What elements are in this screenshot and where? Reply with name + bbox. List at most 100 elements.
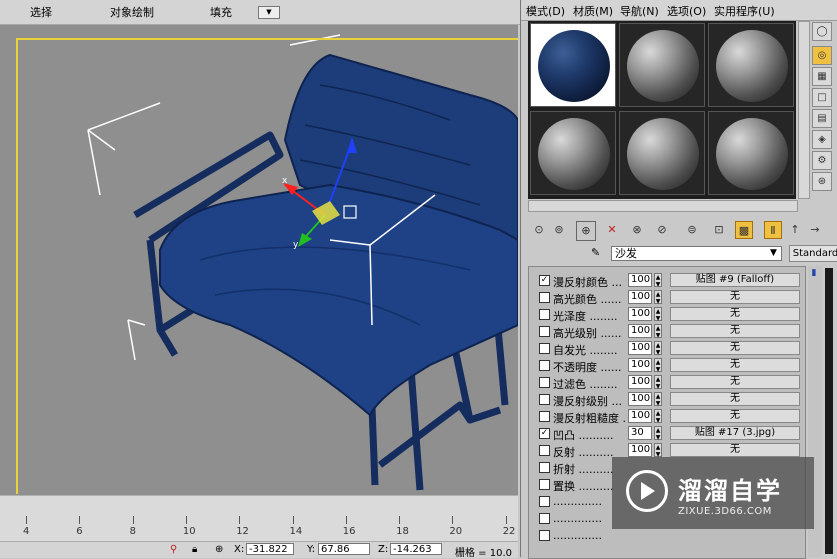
eyedropper-icon[interactable]: ✎ <box>591 246 600 259</box>
map-amount-field[interactable]: 100 <box>628 375 652 389</box>
make-preview-icon[interactable]: ◈ <box>812 130 832 149</box>
map-enable-checkbox[interactable] <box>539 309 550 320</box>
sample-slot-5[interactable] <box>619 111 705 195</box>
assign-to-selection-icon[interactable]: ⊕ <box>576 221 596 241</box>
show-end-result-icon[interactable]: Ⅱ <box>764 221 782 239</box>
material-name-field[interactable]: 沙发 <box>611 246 782 261</box>
map-slot-button[interactable]: 无 <box>670 307 800 321</box>
menu-options[interactable]: 选项(O) <box>667 3 706 19</box>
map-amount-field[interactable]: 100 <box>628 409 652 423</box>
map-slot-button[interactable]: 无 <box>670 290 800 304</box>
video-color-check-icon[interactable]: ▤ <box>812 109 832 128</box>
map-slot-button[interactable]: 无 <box>670 375 800 389</box>
menu-navigation[interactable]: 导航(N) <box>620 3 659 19</box>
map-amount-field[interactable]: 100 <box>628 358 652 372</box>
map-enable-checkbox[interactable] <box>539 513 550 524</box>
map-amount-spinner[interactable]: ▲ ▼ <box>654 324 662 339</box>
map-enable-checkbox[interactable] <box>539 530 550 541</box>
put-to-scene-icon[interactable]: ⊚ <box>550 221 568 239</box>
reset-map-icon[interactable]: ✕ <box>603 221 621 239</box>
sample-vertical-scrollbar[interactable] <box>798 21 810 199</box>
sample-slot-6[interactable] <box>708 111 794 195</box>
map-amount-spinner[interactable]: ▲ ▼ <box>654 273 662 288</box>
put-to-library-icon[interactable]: ⊜ <box>683 221 701 239</box>
backlight-icon[interactable]: ◎ <box>812 46 832 65</box>
select-menu[interactable]: 选择 <box>30 4 52 20</box>
fill-menu[interactable]: 填充 <box>210 4 232 20</box>
map-enable-checkbox[interactable] <box>539 326 550 337</box>
sample-slot-2[interactable] <box>619 23 705 107</box>
menu-mode[interactable]: 模式(D) <box>526 3 565 19</box>
map-slot-button[interactable]: 贴图 #17 (3.jpg) <box>670 426 800 440</box>
map-amount-field[interactable]: 30 <box>628 426 652 440</box>
map-slot-button[interactable]: 无 <box>670 341 800 355</box>
map-amount-field[interactable]: 100 <box>628 307 652 321</box>
rollout-lock-icon[interactable]: ▮ <box>809 268 819 278</box>
map-enable-checkbox[interactable] <box>539 462 550 473</box>
map-enable-checkbox[interactable]: ✓ <box>539 275 550 286</box>
lock-icon[interactable]: 🔒︎ <box>192 544 197 555</box>
map-enable-checkbox[interactable] <box>539 445 550 456</box>
get-material-icon[interactable]: ⊙ <box>530 221 548 239</box>
map-enable-checkbox[interactable] <box>539 496 550 507</box>
map-enable-checkbox[interactable] <box>539 343 550 354</box>
map-enable-checkbox[interactable] <box>539 479 550 490</box>
show-map-in-viewport-icon[interactable]: ▩ <box>735 221 753 239</box>
map-enable-checkbox[interactable] <box>539 377 550 388</box>
make-unique-icon[interactable]: ⊘ <box>653 221 671 239</box>
map-amount-spinner[interactable]: ▲ ▼ <box>654 392 662 407</box>
go-forward-sibling-icon[interactable]: → <box>806 221 824 239</box>
make-copy-icon[interactable]: ⊗ <box>628 221 646 239</box>
map-amount-spinner[interactable]: ▲ ▼ <box>654 358 662 373</box>
sample-type-icon[interactable]: ◯ <box>812 22 832 41</box>
map-slot-button[interactable]: 无 <box>670 392 800 406</box>
object-paint-menu[interactable]: 对象绘制 <box>110 4 154 20</box>
map-amount-field[interactable]: 100 <box>628 273 652 287</box>
menu-utilities[interactable]: 实用程序(U) <box>714 3 775 19</box>
map-amount-spinner[interactable]: ▲ ▼ <box>654 409 662 424</box>
map-amount-spinner[interactable]: ▲ ▼ <box>654 426 662 441</box>
y-coordinate-field[interactable]: 67.86 <box>318 543 370 555</box>
z-coordinate-field[interactable]: -14.263 <box>390 543 442 555</box>
map-amount-spinner[interactable]: ▲ ▼ <box>654 341 662 356</box>
map-enable-checkbox[interactable] <box>539 292 550 303</box>
background-checker-icon[interactable]: ▦ <box>812 67 832 86</box>
map-enable-checkbox[interactable] <box>539 411 550 422</box>
map-amount-field[interactable]: 100 <box>628 290 652 304</box>
map-slot-button[interactable]: 无 <box>670 358 800 372</box>
map-amount-field[interactable]: 100 <box>628 341 652 355</box>
transform-mode-icon[interactable]: ⊕ <box>215 544 223 555</box>
toolbar-dropdown[interactable]: ▼ <box>258 6 280 19</box>
map-slot-button[interactable]: 无 <box>670 443 800 457</box>
map-amount-spinner[interactable]: ▲ ▼ <box>654 290 662 305</box>
material-type-button[interactable]: Standard <box>789 245 837 262</box>
map-slot-button[interactable]: 贴图 #9 (Falloff) <box>670 273 800 287</box>
map-enable-checkbox[interactable] <box>539 394 550 405</box>
go-to-parent-icon[interactable]: ↑ <box>786 221 804 239</box>
sample-slot-3[interactable] <box>708 23 794 107</box>
map-slot-button[interactable]: 无 <box>670 409 800 423</box>
x-coordinate-field[interactable]: -31.822 <box>246 543 294 555</box>
map-amount-field[interactable]: 100 <box>628 392 652 406</box>
map-enable-checkbox[interactable] <box>539 360 550 371</box>
map-enable-checkbox[interactable]: ✓ <box>539 428 550 439</box>
material-id-channel-icon[interactable]: ⊡ <box>710 221 728 239</box>
map-amount-field[interactable]: 100 <box>628 324 652 338</box>
map-channel-label: .............. <box>553 495 602 508</box>
sample-horizontal-scrollbar[interactable] <box>528 200 798 212</box>
uv-tiling-icon[interactable]: □ <box>812 88 832 107</box>
menu-material[interactable]: 材质(M) <box>573 3 613 19</box>
options-icon[interactable]: ⚙ <box>812 151 832 170</box>
key-icon[interactable]: ⚲ <box>170 544 177 555</box>
map-amount-spinner[interactable]: ▲ ▼ <box>654 375 662 390</box>
map-slot-button[interactable]: 无 <box>670 324 800 338</box>
sample-slot-4[interactable] <box>530 111 616 195</box>
map-amount-spinner[interactable]: ▲ ▼ <box>654 443 662 458</box>
map-amount-spinner[interactable]: ▲ ▼ <box>654 307 662 322</box>
ruler-tick <box>345 516 347 524</box>
map-amount-field[interactable]: 100 <box>628 443 652 457</box>
sample-slot-1[interactable] <box>530 23 616 107</box>
track-ruler[interactable]: 4 6 8 10 12 14 16 18 20 22 <box>0 495 518 542</box>
material-name-dropdown-icon[interactable]: ▼ <box>770 248 777 258</box>
select-by-material-icon[interactable]: ⊛ <box>812 172 832 191</box>
